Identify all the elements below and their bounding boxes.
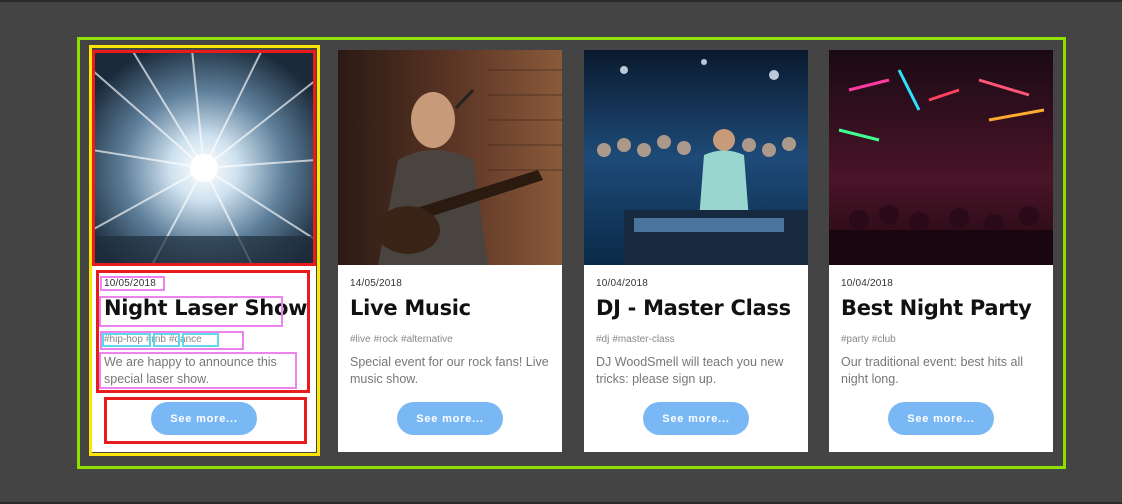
tag[interactable]: #master-class — [612, 334, 674, 345]
see-more-button[interactable]: See more... — [888, 402, 994, 435]
event-title: Night Laser Show — [104, 296, 308, 320]
tag[interactable]: #live — [350, 334, 371, 345]
tag[interactable]: #dance — [169, 334, 202, 345]
dj-crowd-photo — [584, 50, 808, 265]
event-card: 10/04/2018 Best Night Party #party #club … — [829, 50, 1053, 452]
see-more-button[interactable]: See more... — [397, 402, 503, 435]
tag[interactable]: #rnb — [146, 334, 166, 345]
see-more-button[interactable]: See more... — [151, 402, 257, 435]
event-tags: #party #club — [841, 334, 899, 345]
event-description: We are happy to announce this special la… — [104, 355, 277, 386]
event-description: Our traditional event: best hits all nig… — [841, 355, 1024, 386]
event-tags: #live #rock #alternative — [350, 334, 456, 345]
tag[interactable]: #party — [841, 334, 869, 345]
event-date: 10/04/2018 — [596, 278, 649, 289]
event-title: Best Night Party — [841, 296, 1032, 320]
event-tags: #dj #master-class — [596, 334, 678, 345]
event-card: 10/04/2018 DJ - Master Class #dj #master-… — [584, 50, 808, 452]
event-title: Live Music — [350, 296, 471, 320]
tag[interactable]: #hip-hop — [104, 334, 143, 345]
laser-light-photo — [92, 50, 316, 265]
event-description: Special event for our rock fans! Live mu… — [350, 355, 549, 386]
guitarist-photo — [338, 50, 562, 265]
event-description: DJ WoodSmell will teach you new tricks: … — [596, 355, 784, 386]
see-more-button[interactable]: See more... — [643, 402, 749, 435]
event-card: 10/05/2018 Night Laser Show #hip-hop #rnb… — [92, 50, 316, 452]
tag[interactable]: #club — [872, 334, 896, 345]
tag[interactable]: #dj — [596, 334, 609, 345]
neon-street-photo — [829, 50, 1053, 265]
event-card: 14/05/2018 Live Music #live #rock #alterna… — [338, 50, 562, 452]
tag[interactable]: #alternative — [401, 334, 453, 345]
event-date: 10/05/2018 — [104, 278, 157, 289]
event-title: DJ - Master Class — [596, 296, 791, 320]
event-date: 10/04/2018 — [841, 278, 894, 289]
event-tags: #hip-hop #rnb #dance — [104, 334, 205, 345]
event-date: 14/05/2018 — [350, 278, 403, 289]
tag[interactable]: #rock — [374, 334, 398, 345]
top-divider — [0, 0, 1122, 2]
